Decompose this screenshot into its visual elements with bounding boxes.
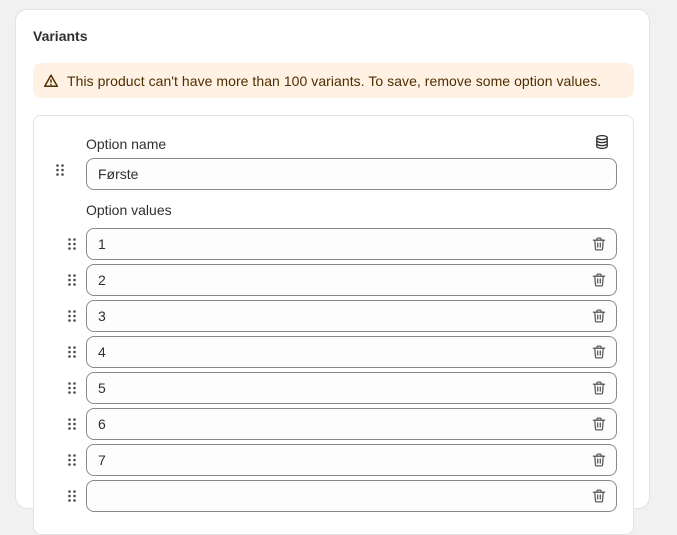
option-value-input[interactable]: 2: [86, 264, 617, 296]
drag-handle-icon[interactable]: [66, 452, 78, 468]
delete-icon[interactable]: [591, 416, 607, 432]
delete-icon[interactable]: [591, 272, 607, 288]
delete-icon[interactable]: [591, 380, 607, 396]
drag-handle-icon[interactable]: [66, 272, 78, 288]
drag-handle-icon[interactable]: [66, 416, 78, 432]
drag-handle-icon[interactable]: [66, 488, 78, 504]
option-value-input[interactable]: 7: [86, 444, 617, 476]
option-editor: Option name Første Option values 1 2 3 4 5 6 7: [33, 115, 634, 535]
option-value-input[interactable]: 4: [86, 336, 617, 368]
option-name-label: Option name: [86, 136, 167, 152]
option-values-label: Option values: [86, 202, 172, 218]
option-value-input[interactable]: 6: [86, 408, 617, 440]
warning-message: This product can't have more than 100 va…: [67, 72, 602, 89]
option-value-input[interactable]: 5: [86, 372, 617, 404]
option-name-input[interactable]: Første: [86, 158, 617, 190]
drag-handle-icon[interactable]: [66, 380, 78, 396]
drag-handle-icon[interactable]: [66, 308, 78, 324]
card-title: Variants: [33, 28, 88, 44]
option-value-input[interactable]: 1: [86, 228, 617, 260]
delete-icon[interactable]: [591, 452, 607, 468]
delete-icon[interactable]: [591, 344, 607, 360]
warning-triangle-icon: [43, 73, 59, 89]
option-value-input[interactable]: 3: [86, 300, 617, 332]
drag-handle-icon[interactable]: [66, 344, 78, 360]
database-icon[interactable]: [594, 134, 610, 150]
delete-icon[interactable]: [591, 488, 607, 504]
variants-card: Variants This product can't have more th…: [15, 9, 650, 535]
option-value-input[interactable]: [86, 480, 617, 512]
warning-banner: This product can't have more than 100 va…: [33, 63, 634, 98]
drag-handle-icon[interactable]: [66, 236, 78, 252]
drag-handle-icon[interactable]: [54, 162, 66, 178]
delete-icon[interactable]: [591, 308, 607, 324]
delete-icon[interactable]: [591, 236, 607, 252]
